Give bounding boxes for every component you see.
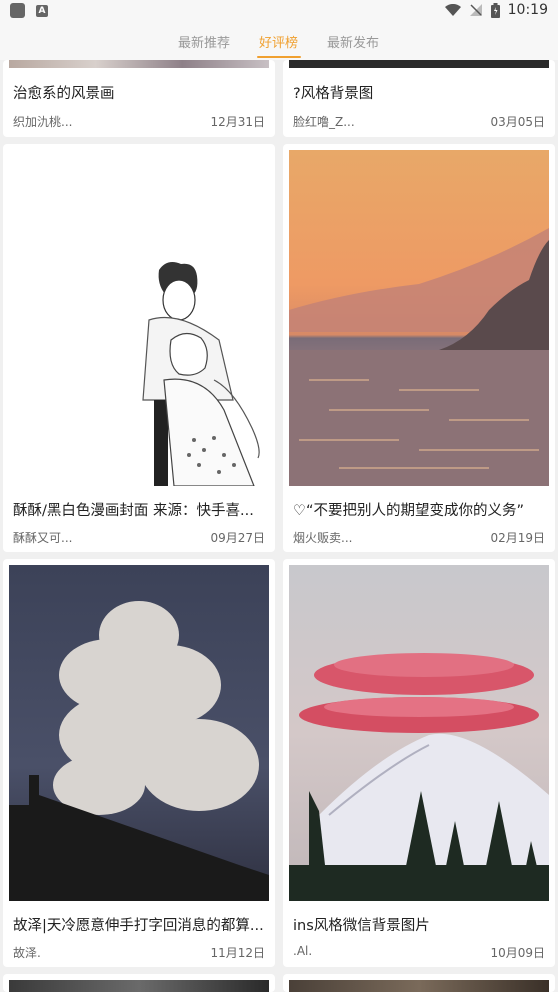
card-date: 12月31日 <box>210 115 265 129</box>
card-item[interactable]: 治愈系的风景画 织加氿桃... 12月31日 <box>3 60 275 137</box>
card-image <box>9 60 269 68</box>
tab-latest-recommend[interactable]: 最新推荐 <box>178 32 230 51</box>
card-date: 03月05日 <box>490 115 545 129</box>
card-item[interactable]: ♡“不要把别人的期望变成你的义务” 烟火贩卖... 02月19日 <box>283 144 555 552</box>
card-image <box>9 150 269 486</box>
active-tab-indicator <box>257 56 301 58</box>
card-title: 酥酥/黑白色漫画封面 来源：快手喜... <box>13 503 254 519</box>
status-bar: A 10:19 <box>0 0 558 24</box>
card-item[interactable]: ?风格背景图 脸红噜_Z... 03月05日 <box>283 60 555 137</box>
card-date: 10月09日 <box>490 946 545 960</box>
battery-icon <box>490 2 500 18</box>
card-title: 治愈系的风景画 <box>13 86 115 102</box>
tab-top-rated[interactable]: 好评榜 <box>259 32 298 51</box>
card-date: 02月19日 <box>490 531 545 545</box>
a-notification-icon: A <box>36 4 48 17</box>
card-item[interactable]: 故泽|天冷愿意伸手打字回消息的都算... 故泽. 11月12日 <box>3 559 275 967</box>
card-date: 09月27日 <box>210 531 265 545</box>
card-author: 烟火贩卖... <box>293 531 353 545</box>
card-title: 故泽|天冷愿意伸手打字回消息的都算... <box>13 918 264 934</box>
card-item[interactable] <box>3 974 275 992</box>
card-item[interactable]: 酥酥/黑白色漫画封面 来源：快手喜... 酥酥又可... 09月27日 <box>3 144 275 552</box>
tab-latest-publish[interactable]: 最新发布 <box>327 32 379 51</box>
card-image <box>9 980 269 992</box>
card-image <box>289 980 549 992</box>
card-author: 脸红噜_Z... <box>293 115 355 129</box>
card-author: 故泽. <box>13 946 41 960</box>
card-title: ?风格背景图 <box>293 86 374 102</box>
app-icon <box>10 3 25 18</box>
card-item[interactable]: ins风格微信背景图片 .Al. 10月09日 <box>283 559 555 967</box>
card-author: 织加氿桃... <box>13 115 73 129</box>
card-author: .Al. <box>293 944 313 958</box>
card-image <box>9 565 269 901</box>
signal-off-icon <box>469 4 482 16</box>
wifi-icon <box>444 3 461 16</box>
status-time: 10:19 <box>507 2 548 18</box>
card-image <box>289 565 549 901</box>
card-title: ♡“不要把别人的期望变成你的义务” <box>293 503 525 519</box>
tab-bar: 最新推荐 好评榜 最新发布 <box>0 24 558 60</box>
card-image <box>289 60 549 68</box>
card-image <box>289 150 549 486</box>
card-title: ins风格微信背景图片 <box>293 918 430 934</box>
card-date: 11月12日 <box>210 946 265 960</box>
card-item[interactable] <box>283 974 555 992</box>
card-author: 酥酥又可... <box>13 531 73 545</box>
